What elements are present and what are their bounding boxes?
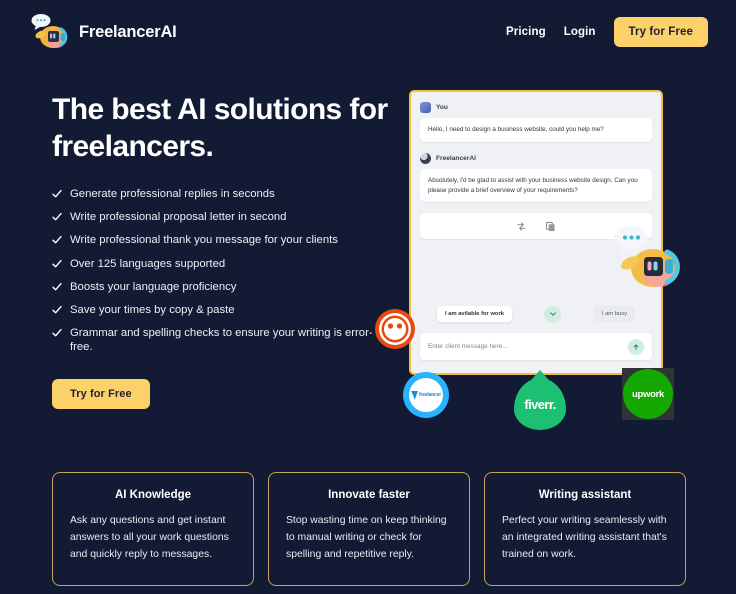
status-available-button[interactable]: I am avilable for work [437,306,512,322]
card-text: Perfect your writing seamlessly with an … [502,515,667,560]
ai-avatar [420,152,431,164]
freelancer-logo: freelancer [409,378,443,412]
card-text: Stop wasting time on keep thinking to ma… [286,515,447,560]
hero-headline: The best AI solutions for freelancers. [52,93,388,163]
hero-copy: The best AI solutions for freelancers. G… [52,92,392,410]
freelancer-badge: freelancer [403,372,449,418]
check-icon [52,189,62,199]
feature-label: Write professional thank you message for… [70,234,338,247]
feature-item: Save your times by copy & paste [52,303,392,317]
feature-label: Boosts your language proficiency [70,280,237,293]
feature-item: Grammar and spelling checks to ensure yo… [52,326,392,354]
status-selector-row: I am avilable for work I am busy [411,303,661,325]
site-header: FreelancerAI Pricing Login Try for Free [0,0,736,64]
feature-item: Boosts your language proficiency [52,280,392,294]
arrow-up-icon [632,339,640,354]
chat-message-list: You Hello, I need to design a business w… [411,92,661,240]
feature-label: Save your times by copy & paste [70,303,235,316]
chat-message-user: You Hello, I need to design a business w… [420,102,652,142]
message-author: You [436,104,448,111]
regenerate-icon[interactable] [516,221,527,232]
hero-feature-list: Generate professional replies in seconds… [52,187,392,354]
feature-item: Write professional proposal letter in se… [52,210,392,224]
nav-link-pricing[interactable]: Pricing [506,26,546,38]
client-message-input[interactable] [428,343,628,350]
chat-preview-panel: You Hello, I need to design a business w… [409,90,663,375]
check-icon [52,305,62,315]
upwork-badge: upwork [622,368,674,420]
fiverr-label: fiverr. [524,396,556,412]
card-title: Innovate faster [328,489,410,501]
upwork-label: upwork [632,388,664,400]
message-header: FreelancerAI [420,152,652,164]
fiverr-badge: fiverr. [514,378,566,430]
check-icon [52,259,62,269]
feature-cards: AI Knowledge Ask any questions and get i… [52,472,686,586]
send-message-button[interactable] [628,338,644,355]
chat-message-ai: FreelancerAI Absolutely, I'd be glad to … [420,152,652,203]
feature-label: Grammar and spelling checks to ensure yo… [70,326,373,353]
message-author: FreelancerAI [436,154,476,162]
card-text: Ask any questions and get instant answer… [70,515,229,560]
message-bubble: Absolutely, I'd be glad to assist with y… [420,168,652,203]
feature-item: Generate professional replies in seconds [52,187,392,201]
message-composer [420,333,652,360]
feature-label: Write professional proposal letter in se… [70,211,287,224]
check-icon [52,282,62,292]
chevron-down-icon [549,310,557,318]
upwork-logo: upwork [623,369,673,419]
check-icon [52,328,62,338]
status-busy-button[interactable]: I am busy [593,306,635,322]
feature-card-ai-knowledge: AI Knowledge Ask any questions and get i… [52,472,254,586]
main-nav: Pricing Login Try for Free [506,17,708,47]
feature-item: Over 125 languages supported [52,257,392,271]
feature-card-innovate-faster: Innovate faster Stop wasting time on kee… [268,472,470,586]
check-icon [52,235,62,245]
feature-item: Write professional thank you message for… [52,233,392,247]
nav-link-login[interactable]: Login [564,26,596,38]
brand-logo[interactable]: FreelancerAI [28,13,177,51]
card-title: AI Knowledge [114,489,192,501]
brand-name: FreelancerAI [79,22,177,41]
hero-try-for-free-button[interactable]: Try for Free [52,379,150,410]
feature-label: Generate professional replies in seconds [70,188,275,201]
freelancer-label: freelancer [419,392,441,398]
check-icon [52,212,62,222]
feature-card-writing-assistant: Writing assistant Perfect your writing s… [484,472,686,586]
feature-label: Over 125 languages supported [70,257,226,270]
user-avatar [420,102,431,113]
status-expand-button[interactable] [544,305,562,323]
red-face-badge [374,308,416,350]
card-title: Writing assistant [538,489,632,501]
message-action-bar [420,213,652,240]
message-header: You [420,102,652,113]
message-bubble: Hello, I need to design a business websi… [420,118,652,142]
copy-icon[interactable] [545,221,556,232]
mascot-headphones-icon [28,13,72,51]
header-try-for-free-button[interactable]: Try for Free [613,17,708,47]
